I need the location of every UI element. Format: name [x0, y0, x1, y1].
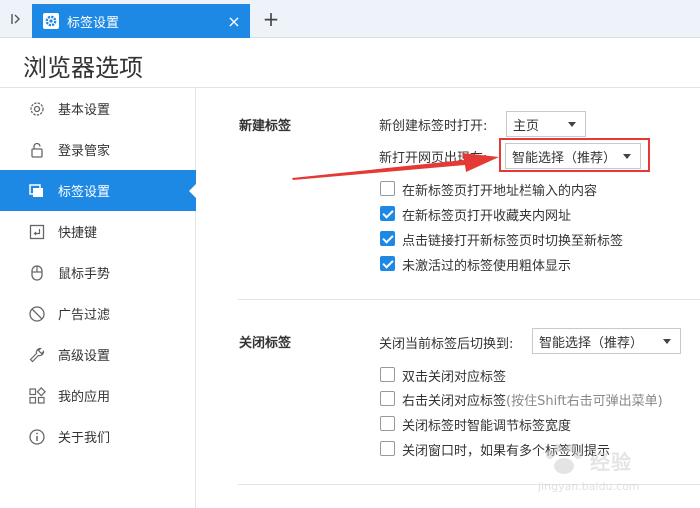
checkbox-bold-unvisited[interactable] — [380, 256, 395, 271]
switch-after-close-label: 关闭当前标签后切换到: — [379, 337, 514, 352]
page-title: 浏览器选项 — [23, 54, 143, 82]
checkbox-label: 在新标签页打开地址栏输入的内容 — [402, 184, 598, 199]
sidebar-item-label: 快捷键 — [58, 226, 98, 241]
switch-after-close-select[interactable]: 智能选择（推荐） — [532, 328, 681, 354]
chevron-down-icon — [568, 122, 576, 127]
new-tab-button[interactable]: + — [260, 8, 282, 30]
checkbox-favorites-newtab[interactable] — [380, 206, 395, 221]
lock-icon — [28, 141, 46, 159]
annotation-arrow-icon — [292, 153, 499, 180]
watermark-url: jingyan.baidu.com — [538, 480, 640, 493]
sidebar-toggle-icon[interactable] — [0, 0, 32, 38]
tab-settings[interactable]: 标签设置 × — [32, 4, 250, 38]
sidebar-item-label: 标签设置 — [58, 185, 111, 200]
mouse-icon — [28, 264, 46, 282]
section-title-close-tab: 关闭标签 — [239, 336, 292, 351]
wrench-icon — [28, 346, 46, 364]
close-icon[interactable]: × — [224, 12, 244, 31]
sidebar-item-label: 关于我们 — [58, 431, 111, 446]
paw-logo-icon — [546, 444, 582, 474]
sidebar-item-login[interactable]: 登录管家 — [0, 129, 196, 170]
gear-icon — [43, 13, 59, 29]
checkbox-smart-width[interactable] — [380, 416, 395, 431]
sidebar-item-advanced[interactable]: 高级设置 — [0, 334, 196, 375]
sidebar-item-tabs[interactable]: 标签设置 — [0, 170, 197, 211]
checkbox-label: 未激活过的标签使用粗体显示 — [402, 259, 572, 274]
select-value: 智能选择（推荐） — [539, 335, 644, 351]
checkbox-label: 关闭标签时智能调节标签宽度 — [402, 419, 572, 434]
select-value: 主页 — [513, 118, 540, 134]
apps-icon — [28, 386, 46, 405]
checkbox-addressbar-newtab[interactable] — [380, 181, 395, 196]
section-divider — [238, 299, 700, 300]
sidebar-item-label: 我的应用 — [58, 390, 111, 405]
sidebar-item-label: 登录管家 — [58, 144, 111, 159]
sidebar-item-shortcuts[interactable]: 快捷键 — [0, 211, 196, 252]
tab-bar: 标签设置 × + — [0, 0, 700, 38]
sidebar-item-label: 高级设置 — [58, 349, 111, 364]
keyboard-icon — [28, 223, 46, 241]
gear-icon — [28, 100, 46, 118]
watermark-text: 经验 — [590, 450, 632, 474]
chevron-down-icon — [663, 339, 671, 344]
sidebar-item-label: 基本设置 — [58, 103, 111, 118]
checkbox-dblclick-close[interactable] — [380, 367, 395, 382]
open-setting-label: 新创建标签时打开: — [379, 119, 488, 134]
checkbox-label-text: 右击关闭对应标签 — [402, 394, 507, 409]
checkbox-label: 右击关闭对应标签(按住Shift右击可弹出菜单) — [402, 390, 663, 409]
sidebar-item-apps[interactable]: 我的应用 — [0, 375, 196, 416]
section-title-new-tab: 新建标签 — [239, 119, 292, 134]
sidebar-item-label: 广告过滤 — [58, 308, 111, 323]
page-header: 浏览器选项 — [0, 38, 700, 88]
sidebar-item-basic[interactable]: 基本设置 — [0, 88, 196, 129]
info-icon — [28, 428, 46, 446]
sidebar-item-label: 鼠标手势 — [58, 267, 111, 282]
highlight-box — [499, 138, 650, 172]
sidebar-item-adblock[interactable]: 广告过滤 — [0, 293, 196, 334]
sidebar-item-gestures[interactable]: 鼠标手势 — [0, 252, 196, 293]
tab-title: 标签设置 — [67, 15, 120, 31]
tabs-icon — [28, 182, 46, 200]
checkbox-rightclick-close[interactable] — [380, 391, 395, 406]
sidebar-item-about[interactable]: 关于我们 — [0, 416, 196, 457]
checkbox-hint: (按住Shift右击可弹出菜单) — [506, 394, 663, 409]
checkbox-warn-multiple[interactable] — [380, 441, 395, 456]
checkbox-switch-to-newtab[interactable] — [380, 231, 395, 246]
watermark: 经验 jingyan.baidu.com — [534, 442, 674, 502]
checkbox-label: 双击关闭对应标签 — [402, 370, 507, 385]
block-icon — [28, 305, 46, 323]
active-indicator — [189, 183, 197, 199]
checkbox-label: 点击链接打开新标签页时切换至新标签 — [402, 234, 624, 249]
checkbox-label: 在新标签页打开收藏夹内网址 — [402, 209, 572, 224]
sidebar: 基本设置 登录管家 标签设置 快捷键 鼠标手势 广告过滤 高级设置 我的应用 关… — [0, 88, 197, 508]
open-page-select[interactable]: 主页 — [506, 111, 586, 137]
